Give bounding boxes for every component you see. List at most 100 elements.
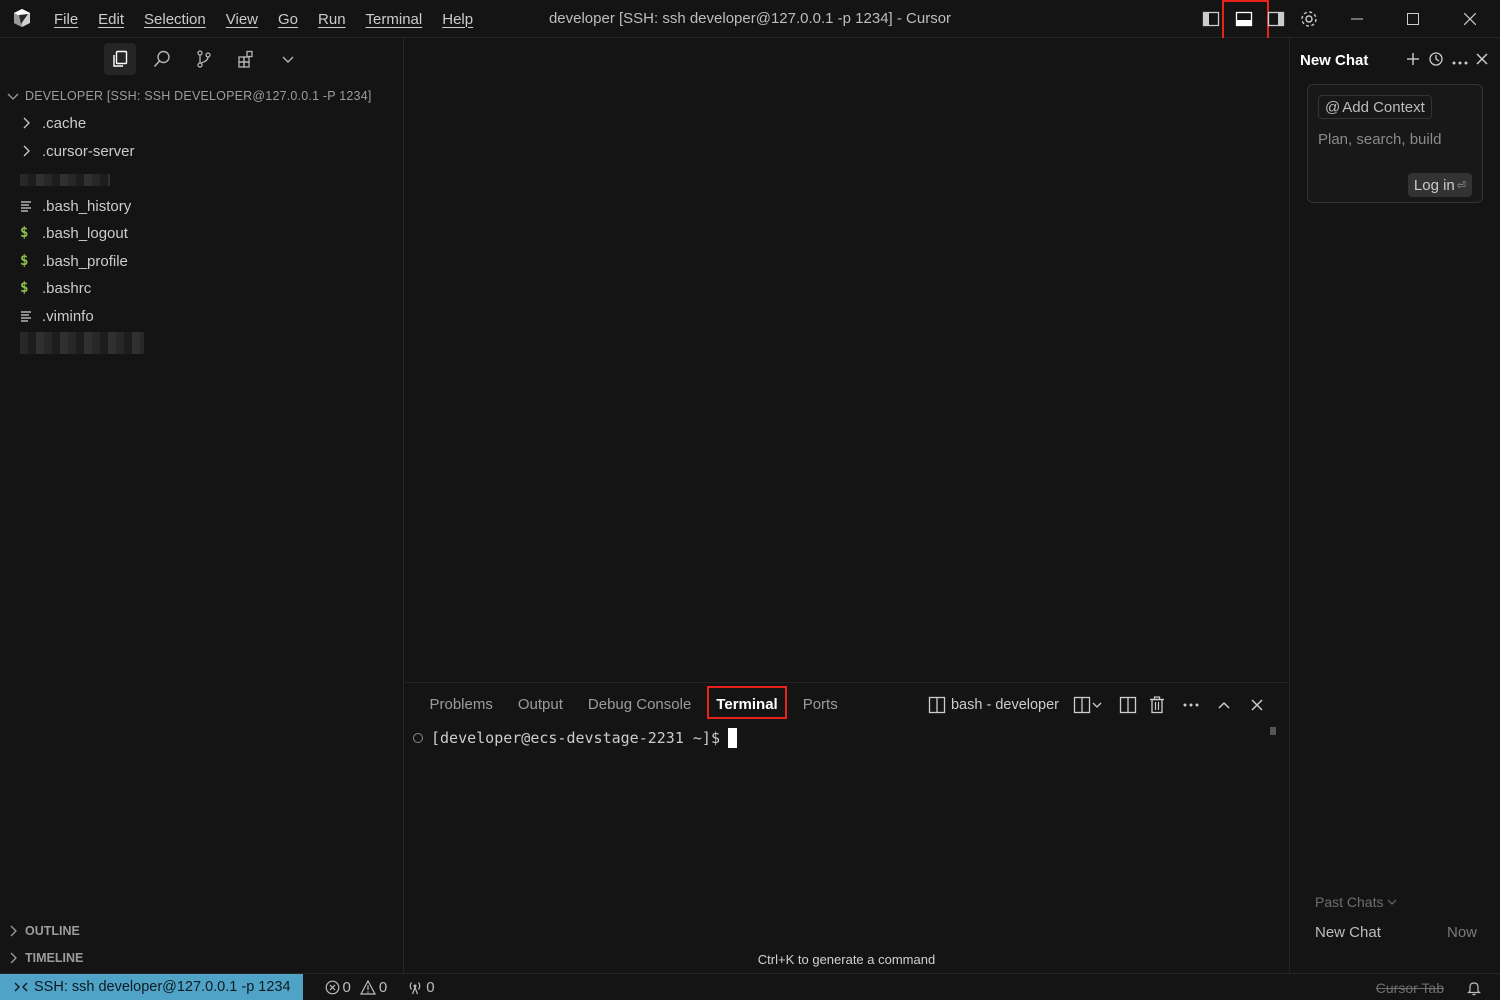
split-layout-icon: [1073, 696, 1091, 714]
explorer-root-header[interactable]: DEVELOPER [SSH: SSH DEVELOPER@127.0.0.1 …: [6, 86, 372, 106]
timeline-section-header[interactable]: TIMELINE: [6, 947, 83, 969]
maximize-button[interactable]: [1389, 0, 1437, 38]
ellipsis-icon: [1183, 703, 1199, 707]
terminal-prompt-line[interactable]: [developer@ecs-devstage-2231 ~]$: [413, 727, 737, 749]
ports-status[interactable]: 0: [407, 978, 435, 996]
extensions-view-button[interactable]: [230, 43, 262, 75]
toggle-primary-sidebar-button[interactable]: [1199, 7, 1223, 31]
chat-more-button[interactable]: [1452, 53, 1468, 68]
new-chat-button[interactable]: [1406, 52, 1420, 69]
settings-button[interactable]: [1297, 7, 1321, 31]
redacted-item: [20, 332, 144, 354]
warning-count: 0: [378, 978, 388, 996]
menu-view[interactable]: View: [216, 11, 268, 28]
chevron-down-icon: [7, 93, 19, 100]
sidebar-left-icon: [1202, 11, 1220, 27]
broadcast-icon: [409, 981, 421, 994]
outline-section-header[interactable]: OUTLINE: [6, 920, 80, 942]
notifications-button[interactable]: [1466, 980, 1482, 996]
menu-go[interactable]: Go: [268, 11, 308, 28]
remote-indicator[interactable]: SSH: ssh developer@127.0.0.1 -p 1234: [0, 974, 303, 1000]
chat-input-placeholder[interactable]: Plan, search, build: [1318, 131, 1441, 148]
tree-folder-cache[interactable]: .cache: [20, 110, 86, 136]
past-chats-toggle[interactable]: Past Chats: [1315, 894, 1397, 910]
more-actions-button[interactable]: [1178, 691, 1204, 719]
highlight-panel-toggle: [1222, 0, 1269, 41]
more-views-button[interactable]: [272, 43, 304, 75]
activity-bar: [104, 40, 304, 78]
tree-file-bash-profile[interactable]: $ .bash_profile: [20, 248, 128, 274]
highlight-terminal-tab: [707, 686, 787, 719]
menu-edit[interactable]: Edit: [88, 11, 134, 28]
dollar-file-icon: $: [20, 280, 29, 296]
kill-terminal-button[interactable]: [1144, 691, 1170, 719]
bottom-panel: Problems Output Debug Console Terminal P…: [405, 682, 1288, 973]
close-icon: [1476, 52, 1488, 65]
menu-terminal[interactable]: Terminal: [356, 11, 433, 28]
tree-folder-cursor-server[interactable]: .cursor-server: [20, 138, 135, 164]
new-terminal-dropdown-button[interactable]: [1068, 691, 1108, 719]
tree-item-label: .cache: [42, 114, 87, 132]
dollar-file-icon: $: [20, 253, 29, 269]
tree-item-label: .bash_profile: [42, 252, 128, 270]
split-terminal-button[interactable]: [1114, 691, 1142, 719]
tab-debug-console[interactable]: Debug Console: [575, 689, 703, 721]
toggle-secondary-sidebar-button[interactable]: [1264, 7, 1288, 31]
add-context-button[interactable]: @ Add Context: [1318, 95, 1432, 119]
terminal-instance-button[interactable]: bash - developer: [923, 691, 1064, 719]
redacted-item: [20, 174, 110, 186]
close-panel-button[interactable]: [1246, 691, 1268, 719]
source-control-view-button[interactable]: [188, 43, 220, 75]
extensions-icon: [238, 50, 253, 68]
menu-help[interactable]: Help: [432, 11, 483, 28]
past-chat-title: New Chat: [1315, 924, 1381, 941]
search-view-button[interactable]: [146, 43, 178, 75]
menu-selection[interactable]: Selection: [134, 11, 216, 28]
close-window-button[interactable]: [1446, 0, 1494, 38]
explorer-view-button[interactable]: [104, 43, 136, 75]
menu-file[interactable]: File: [44, 11, 88, 28]
timeline-label: TIMELINE: [25, 951, 84, 965]
tab-problems[interactable]: Problems: [417, 689, 505, 721]
chat-input-box[interactable]: @ Add Context Plan, search, build Log in…: [1307, 84, 1483, 203]
tree-file-bashrc[interactable]: $ .bashrc: [20, 275, 91, 301]
terminal-scrollbar[interactable]: [1270, 727, 1276, 735]
tree-file-bash-logout[interactable]: $ .bash_logout: [20, 220, 128, 246]
chat-history-button[interactable]: [1428, 51, 1444, 70]
cursor-tab-status[interactable]: Cursor Tab: [1376, 980, 1444, 996]
tab-ports[interactable]: Ports: [790, 689, 850, 721]
editor-area[interactable]: [405, 38, 1288, 681]
tab-output[interactable]: Output: [505, 689, 575, 721]
ellipsis-icon: [1452, 61, 1468, 64]
tree-item-label: .cursor-server: [42, 142, 135, 160]
minimize-button[interactable]: [1333, 0, 1381, 38]
dollar-file-icon: $: [20, 225, 29, 241]
explorer-root-label: DEVELOPER [SSH: SSH DEVELOPER@127.0.0.1 …: [25, 89, 372, 103]
tree-file-viminfo[interactable]: .viminfo: [20, 303, 94, 329]
window-title: developer [SSH: ssh developer@127.0.0.1 …: [548, 10, 952, 27]
tree-item-label: .bashrc: [42, 279, 92, 297]
chat-panel: New Chat @ Add Context Plan, search, bui…: [1289, 38, 1500, 973]
chat-title[interactable]: New Chat: [1300, 48, 1368, 72]
chevron-down-icon: [1092, 702, 1102, 708]
chat-actions: [1406, 48, 1488, 72]
chevron-right-icon: [10, 925, 17, 937]
tree-file-bash-history[interactable]: .bash_history: [20, 193, 131, 219]
chevron-up-icon: [1218, 701, 1230, 709]
error-count: 0: [342, 978, 351, 996]
remote-icon: [14, 982, 28, 992]
menu-run[interactable]: Run: [308, 11, 356, 28]
past-chat-item[interactable]: New Chat Now: [1315, 924, 1477, 941]
problems-status[interactable]: 0 0: [325, 978, 388, 996]
split-layout-icon: [928, 696, 946, 714]
split-icon: [1119, 696, 1137, 714]
lines-file-icon: [20, 200, 42, 212]
explorer-sidebar: DEVELOPER [SSH: SSH DEVELOPER@127.0.0.1 …: [0, 38, 404, 973]
close-chat-button[interactable]: [1476, 52, 1488, 68]
ports-count: 0: [426, 978, 435, 996]
menu-bar: File Edit Selection View Go Run Terminal…: [44, 0, 483, 38]
login-button[interactable]: Log in ⏎: [1407, 173, 1472, 197]
maximize-panel-button[interactable]: [1212, 691, 1236, 719]
chevron-right-icon: [20, 117, 42, 129]
past-chat-time: Now: [1446, 924, 1477, 941]
